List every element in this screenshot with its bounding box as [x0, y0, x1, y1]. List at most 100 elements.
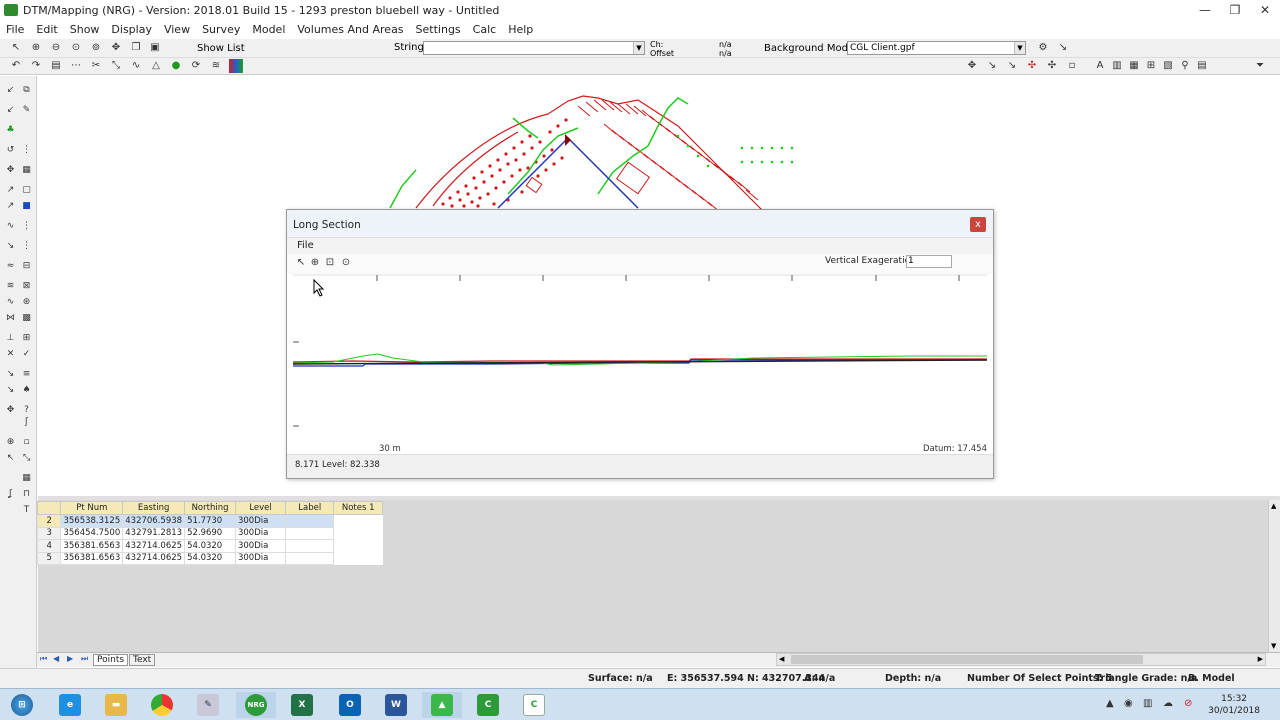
tab-text[interactable]: Text: [129, 654, 156, 666]
column-header-notes[interactable]: Notes 1: [333, 501, 383, 515]
cell-level[interactable]: 52.9690: [184, 526, 236, 540]
menu-volumes-and-areas[interactable]: Volumes And Areas: [291, 23, 409, 36]
table-row[interactable]: 5 356381.6563 432714.0625 54.0320 300Dia: [36, 551, 383, 565]
node-icon[interactable]: ✥: [4, 164, 17, 177]
pin-tool-icon[interactable]: ⚲: [1178, 59, 1192, 73]
cell-northing[interactable]: 432791.2813: [122, 526, 186, 540]
cut-line-icon[interactable]: ✂: [89, 59, 103, 73]
taskbar-chrome[interactable]: [142, 692, 182, 718]
extend-tool-icon[interactable]: ↗: [4, 200, 17, 213]
cell-easting[interactable]: 356538.3125: [60, 514, 124, 528]
pan-icon[interactable]: ✥: [109, 41, 123, 55]
cell-easting[interactable]: 356381.6563: [60, 551, 124, 565]
cell-notes[interactable]: [285, 514, 335, 528]
zoom-in-icon[interactable]: ⊕: [29, 41, 43, 55]
globe-icon[interactable]: ⊕: [4, 436, 17, 449]
fill-tool-icon[interactable]: ■: [20, 200, 33, 213]
dots-icon[interactable]: ⋮: [20, 144, 33, 157]
tray-chevron-icon[interactable]: ▲: [1106, 698, 1114, 709]
long-section-close-button[interactable]: x: [970, 217, 986, 232]
table-horizontal-scrollbar[interactable]: ◀ ▶: [776, 653, 1266, 666]
triangle-icon[interactable]: △: [149, 59, 163, 73]
snap-icon[interactable]: ⋯: [69, 59, 83, 73]
zoom-in-icon[interactable]: ⊕: [309, 257, 321, 269]
string-join-icon[interactable]: ∿: [129, 59, 143, 73]
cell-label[interactable]: 300Dia: [234, 551, 287, 565]
tray-device-icon[interactable]: ◉: [1124, 698, 1133, 709]
text-left-icon[interactable]: T: [20, 504, 33, 517]
chain-tool-icon[interactable]: ⊠: [20, 280, 33, 293]
row-number[interactable]: 4: [36, 539, 62, 553]
tray-blocked-icon[interactable]: ⊘: [1184, 698, 1192, 709]
cell-level[interactable]: 51.7730: [184, 514, 236, 528]
cell-easting[interactable]: 356454.7500: [60, 526, 124, 540]
wave-tool-icon[interactable]: ∿: [4, 296, 17, 309]
tray-cloud-icon[interactable]: ☁: [1163, 698, 1173, 709]
prev-sheet-icon[interactable]: ◀: [53, 654, 59, 663]
layout-tool-icon[interactable]: ▧: [1161, 59, 1175, 73]
draw-line-icon[interactable]: ↙: [4, 84, 17, 97]
column-header-northing[interactable]: Northing: [184, 501, 236, 515]
menu-help[interactable]: Help: [502, 23, 539, 36]
column-header-pt-num[interactable]: Pt Num: [60, 501, 124, 515]
grid-tool-icon[interactable]: ▦: [20, 164, 33, 177]
zoom-window-icon[interactable]: ⊙: [69, 41, 83, 55]
filter-icon[interactable]: ⏷: [1253, 59, 1267, 73]
taskbar-nrg[interactable]: NRG: [236, 692, 276, 718]
scroll-left-icon[interactable]: ◀: [779, 655, 784, 663]
mark-tool-icon[interactable]: ✓: [20, 348, 33, 361]
point-select-icon[interactable]: ↘: [985, 59, 999, 73]
paste-icon[interactable]: ▣: [148, 41, 162, 55]
long-section-title-bar[interactable]: Long Section x: [287, 210, 993, 238]
menu-file[interactable]: File: [0, 23, 30, 36]
cell-notes[interactable]: [285, 539, 335, 553]
last-sheet-icon[interactable]: ⏭: [81, 654, 88, 664]
menu-survey[interactable]: Survey: [196, 23, 246, 36]
pencil-icon[interactable]: ✎: [20, 104, 33, 117]
slope-tool-icon[interactable]: ↘: [4, 384, 17, 397]
column-header-label[interactable]: Label: [285, 501, 335, 515]
pick-tool-icon[interactable]: ↖: [4, 452, 17, 465]
hatch-tool-icon[interactable]: ▩: [20, 312, 33, 325]
cell-label[interactable]: 300Dia: [234, 539, 287, 553]
blank-left-icon[interactable]: ▫: [20, 436, 33, 449]
cross-tool-icon[interactable]: ✕: [4, 348, 17, 361]
row-header-corner[interactable]: [36, 501, 62, 515]
vertex-tool-icon[interactable]: ⋮: [20, 220, 33, 233]
scroll-thumb[interactable]: [791, 655, 1143, 664]
taskbar-internet-explorer[interactable]: e: [50, 692, 90, 718]
first-sheet-icon[interactable]: ⏮: [40, 654, 47, 664]
box-tool-icon[interactable]: ▢: [20, 184, 33, 197]
taskbar-excel[interactable]: X: [282, 692, 322, 718]
copy-icon[interactable]: ❐: [129, 41, 143, 55]
cell-northing[interactable]: 432706.5938: [122, 514, 186, 528]
zoom-extents-icon[interactable]: ⊚: [89, 41, 103, 55]
blank-tool-icon[interactable]: ▫: [1065, 59, 1079, 73]
tray-network-icon[interactable]: ▥: [1143, 698, 1152, 709]
long-section-plot[interactable]: 30 m Datum: 17.454: [292, 274, 988, 454]
offset-tool-icon[interactable]: ↗: [4, 184, 17, 197]
cell-label[interactable]: 300Dia: [234, 526, 287, 540]
cell-easting[interactable]: 356381.6563: [60, 539, 124, 553]
undo-icon[interactable]: ↶: [9, 59, 23, 73]
cell-level[interactable]: 54.0320: [184, 551, 236, 565]
select-arrow-icon[interactable]: ↖: [9, 41, 23, 55]
move-icon[interactable]: ✥: [965, 59, 979, 73]
column-header-easting[interactable]: Easting: [122, 501, 186, 515]
scroll-down-icon[interactable]: ▼: [1271, 642, 1276, 650]
symbol-icon[interactable]: ⊛: [20, 296, 33, 309]
taskbar-c-app-white[interactable]: C: [514, 692, 554, 718]
edit-box-icon[interactable]: ⧉: [20, 84, 33, 97]
menu-settings[interactable]: Settings: [410, 23, 467, 36]
sheet-tool-icon[interactable]: ▤: [1195, 59, 1209, 73]
table-row[interactable]: 2 356538.3125 432706.5938 51.7730 300Dia: [36, 514, 383, 528]
model-settings-icon[interactable]: ⚙: [1036, 41, 1050, 55]
pointer-icon[interactable]: ↖: [295, 257, 307, 269]
table-tool-icon[interactable]: ▦: [1127, 59, 1141, 73]
chevron-down-icon[interactable]: ▼: [633, 42, 644, 54]
point-delete-icon[interactable]: ✣: [1045, 59, 1059, 73]
menu-show[interactable]: Show: [64, 23, 106, 36]
column-tool-icon[interactable]: ▥: [1110, 59, 1124, 73]
menu-calc[interactable]: Calc: [467, 23, 503, 36]
survey-tool-icon[interactable]: ↘: [4, 368, 17, 381]
